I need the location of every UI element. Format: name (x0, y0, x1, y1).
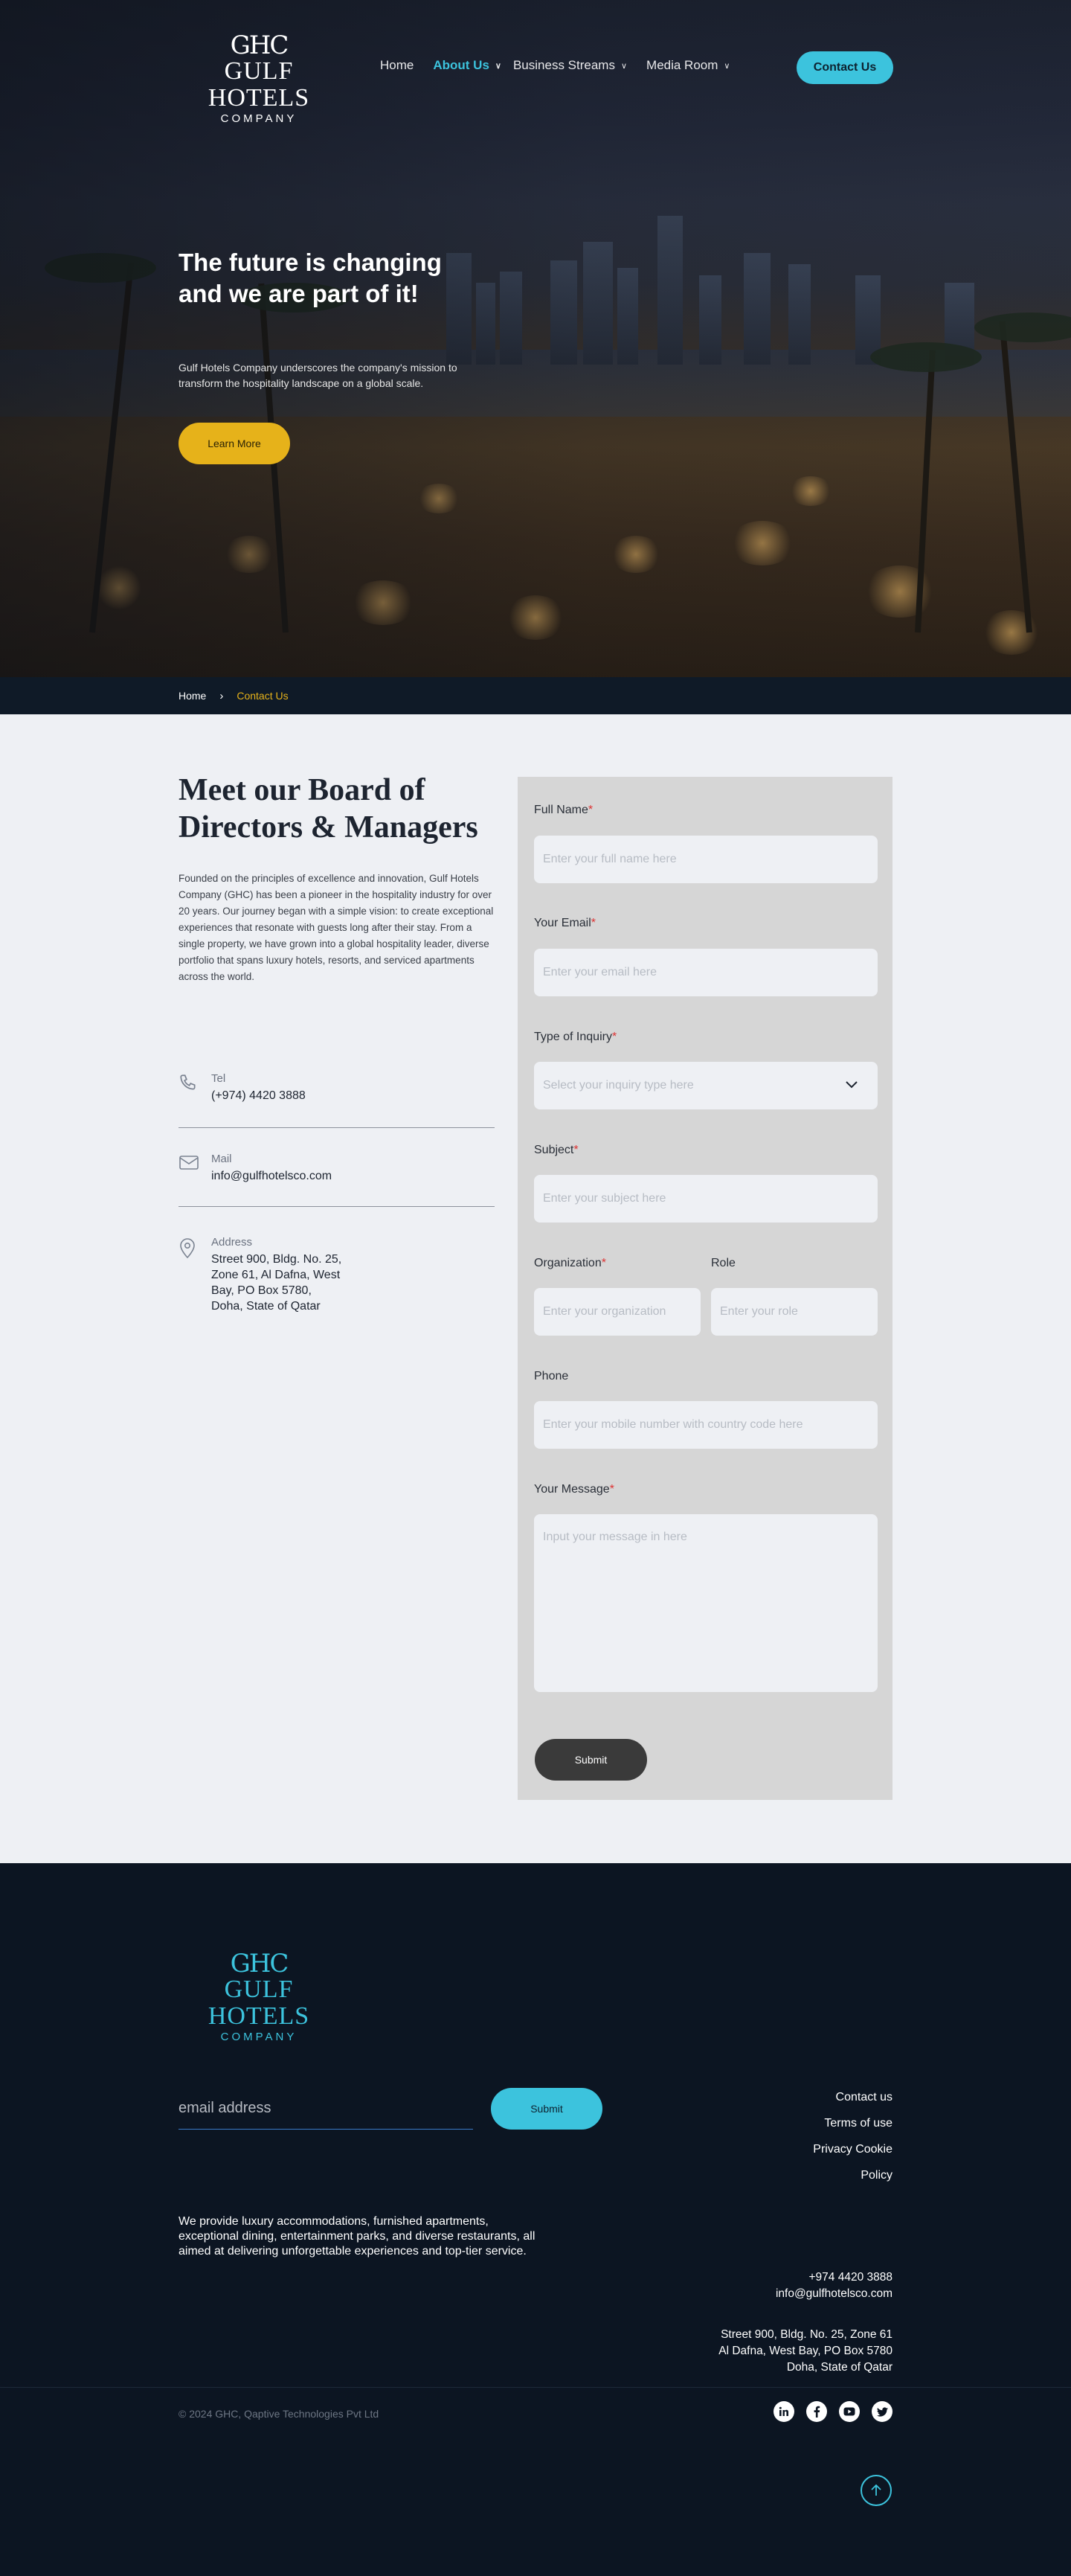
logo-name: GULF HOTELS (208, 1976, 310, 2030)
logo-monogram: GHC (230, 31, 289, 60)
footer-logo[interactable]: GHC GULF HOTELS COMPANY (178, 1951, 339, 2045)
mail-value[interactable]: info@gulfhotelsco.com (211, 1168, 332, 1184)
location-pin-icon (178, 1235, 211, 1314)
footer-email[interactable]: info@gulfhotelsco.com (776, 2286, 892, 2301)
inquiry-type-select[interactable]: Select your inquiry type here (534, 1062, 878, 1109)
breadcrumb-home[interactable]: Home (178, 690, 206, 702)
footer-address-line: Doha, State of Qatar (786, 2361, 892, 2374)
full-name-label-text: Full Name (534, 804, 588, 816)
organization-label: Organization* (534, 1257, 606, 1270)
nav-item-label: About Us (433, 58, 489, 72)
organization-input[interactable]: Enter your organization (534, 1288, 701, 1336)
arrow-up-icon (871, 2484, 881, 2496)
nav-item-media-room[interactable]: Media Room ∨ (646, 58, 730, 73)
contact-tel: Tel (+974) 4420 3888 (178, 1071, 495, 1103)
address-label: Address (211, 1236, 253, 1249)
phone-label: Phone (534, 1370, 569, 1382)
inquiry-label-text: Type of Inquiry (534, 1031, 612, 1043)
board-title: Meet our Board of Directors & Managers (178, 773, 478, 845)
email-input[interactable]: Enter your email here (534, 949, 878, 996)
mail-label: Mail (211, 1153, 232, 1165)
required-mark: * (601, 1257, 606, 1269)
chevron-down-icon (845, 1080, 858, 1093)
required-mark: * (588, 804, 594, 816)
nav-item-about-us[interactable]: About Us ∨ (433, 58, 501, 73)
divider (178, 1206, 495, 1207)
linkedin-icon[interactable] (774, 2401, 794, 2422)
main-nav: Home About Us ∨ Business Streams ∨ Media… (380, 58, 749, 73)
footer-link-policy[interactable]: Policy (813, 2169, 892, 2195)
nav-item-label: Home (380, 58, 414, 72)
social-links (762, 2401, 892, 2422)
hero-description: Gulf Hotels Company underscores the comp… (178, 362, 457, 389)
hero-title: The future is changing and we are part o… (178, 249, 442, 307)
footer-description: We provide luxury accommodations, furnis… (178, 2215, 536, 2258)
contact-address: Address Street 900, Bldg. No. 25, Zone 6… (178, 1235, 495, 1314)
contact-us-button[interactable]: Contact Us (797, 51, 893, 84)
logo-monogram: GHC (230, 1949, 289, 1979)
organization-label-text: Organization (534, 1257, 602, 1269)
footer-link-contact-us[interactable]: Contact us (813, 2091, 892, 2117)
copyright: © 2024 GHC, Qaptive Technologies Pvt Ltd (178, 2408, 379, 2420)
newsletter-submit-button[interactable]: Submit (491, 2088, 602, 2130)
hero-section (0, 0, 1071, 677)
nav-item-label: Media Room (646, 58, 718, 72)
footer-address-line: Al Dafna, West Bay, PO Box 5780 (718, 2345, 892, 2357)
full-name-input[interactable]: Enter your full name here (534, 836, 878, 883)
footer-divider (0, 2387, 1071, 2388)
chevron-right-icon: › (219, 689, 224, 702)
logo-subtitle: COMPANY (220, 2031, 298, 2043)
breadcrumb: Home › Contact Us (0, 677, 1071, 714)
youtube-icon[interactable] (839, 2401, 860, 2422)
phone-icon (178, 1071, 211, 1103)
message-label-text: Your Message (534, 1483, 610, 1496)
hero-overlay (0, 0, 1071, 677)
required-mark: * (591, 917, 596, 929)
role-input[interactable]: Enter your role (711, 1288, 878, 1336)
newsletter-email-input[interactable]: email address (178, 2088, 473, 2130)
role-label: Role (711, 1257, 736, 1269)
footer-link-terms-of-use[interactable]: Terms of use (813, 2117, 892, 2143)
required-mark: * (609, 1483, 614, 1496)
message-label: Your Message* (534, 1483, 614, 1496)
chevron-down-icon: ∨ (620, 61, 628, 71)
logo-name: GULF HOTELS (208, 57, 310, 112)
full-name-label: Full Name* (534, 804, 593, 817)
learn-more-button[interactable]: Learn More (178, 423, 290, 464)
inquiry-label: Type of Inquiry* (534, 1031, 617, 1044)
subject-label-text: Subject (534, 1144, 574, 1156)
required-mark: * (611, 1031, 617, 1043)
subject-label: Subject* (534, 1144, 579, 1157)
facebook-icon[interactable] (806, 2401, 827, 2422)
nav-item-home[interactable]: Home (380, 58, 414, 73)
chevron-down-icon: ∨ (495, 61, 501, 71)
footer-address-line: Street 900, Bldg. No. 25, Zone 61 (721, 2328, 892, 2341)
nav-item-label: Business Streams (512, 58, 615, 72)
tel-value[interactable]: (+974) 4420 3888 (211, 1088, 306, 1103)
email-label: Your Email* (534, 917, 596, 930)
email-label-text: Your Email (534, 917, 591, 929)
message-textarea[interactable]: Input your message in here (534, 1514, 878, 1692)
footer-link-privacy-cookie[interactable]: Privacy Cookie (813, 2143, 892, 2169)
inquiry-select-placeholder: Select your inquiry type here (543, 1079, 694, 1092)
subject-input[interactable]: Enter your subject here (534, 1175, 878, 1223)
logo-subtitle: COMPANY (220, 112, 298, 125)
phone-input[interactable]: Enter your mobile number with country co… (534, 1401, 878, 1449)
address-value: Street 900, Bldg. No. 25, Zone 61, Al Da… (211, 1253, 342, 1313)
contact-mail: Mail info@gulfhotelsco.com (178, 1152, 495, 1184)
required-mark: * (573, 1144, 579, 1156)
board-description: Founded on the principles of excellence … (178, 873, 494, 982)
scroll-to-top-button[interactable] (861, 2475, 892, 2506)
breadcrumb-current: Contact Us (237, 690, 289, 702)
chevron-down-icon: ∨ (724, 61, 730, 71)
tel-label: Tel (211, 1072, 226, 1085)
header-logo[interactable]: GHC GULF HOTELS COMPANY (178, 33, 339, 126)
footer-links: Contact us Terms of use Privacy Cookie P… (813, 2091, 892, 2195)
divider (178, 1127, 495, 1128)
form-submit-button[interactable]: Submit (535, 1739, 647, 1781)
nav-item-business-streams[interactable]: Business Streams ∨ (513, 58, 627, 73)
mail-icon (178, 1152, 211, 1184)
footer-phone[interactable]: +974 4420 3888 (809, 2269, 893, 2285)
twitter-icon[interactable] (872, 2401, 892, 2422)
